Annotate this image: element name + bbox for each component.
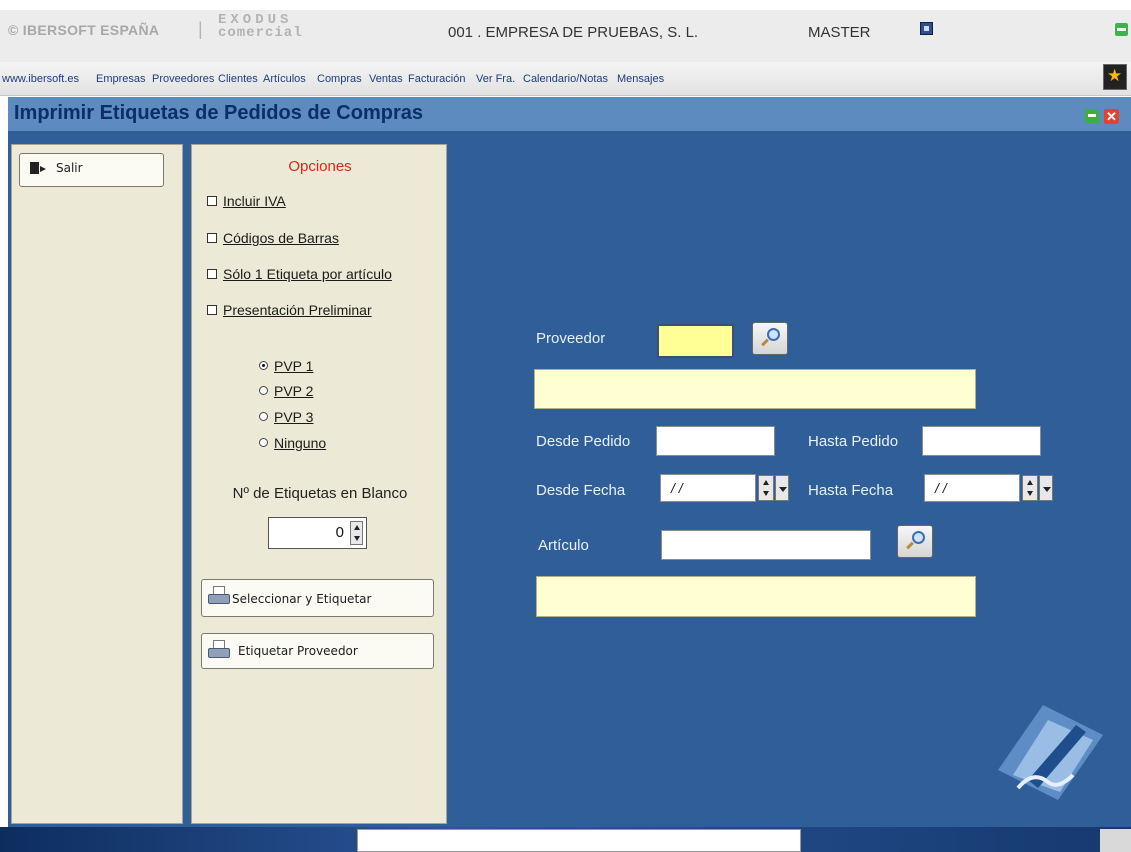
hasta-pedido-input[interactable] (922, 426, 1041, 456)
desde-fecha-label: Desde Fecha (536, 482, 626, 499)
menu-item-mensajes[interactable]: Mensajes (617, 73, 664, 85)
menu-item-proveedores[interactable]: Proveedores (152, 73, 214, 85)
system-icon[interactable] (920, 22, 933, 35)
hasta-fecha-input[interactable]: / / (924, 474, 1020, 502)
radio-dot[interactable] (259, 361, 268, 370)
menu-item-ventas[interactable]: Ventas (369, 73, 403, 85)
radio-dot[interactable] (259, 438, 268, 447)
label-supplier-label: Etiquetar Proveedor (238, 644, 358, 658)
proveedor-search-button[interactable] (752, 322, 788, 355)
dropdown-icon[interactable] (1039, 475, 1053, 501)
options-panel: Opciones Incluir IVA Códigos de Barras S… (191, 144, 447, 824)
radio-ninguno[interactable]: Ninguno (259, 435, 326, 451)
star-icon[interactable] (1103, 64, 1127, 90)
menu-item-ver-fra[interactable]: Ver Fra. (476, 73, 515, 85)
close-icon[interactable]: ✕ (1104, 109, 1119, 124)
desde-pedido-label: Desde Pedido (536, 433, 631, 450)
radio-label: PVP 2 (274, 383, 314, 399)
radio-dot[interactable] (259, 412, 268, 421)
checkbox-box[interactable] (207, 233, 217, 243)
menu-item-calendario[interactable]: Calendario/Notas (523, 73, 608, 85)
left-panel: Salir (11, 144, 183, 824)
exodus-logo-line2: comercial (218, 25, 303, 41)
radio-pvp1[interactable]: PVP 1 (259, 358, 313, 374)
desde-fecha-input[interactable]: / / (660, 474, 756, 502)
checkbox-incluir-iva[interactable]: Incluir IVA (207, 193, 286, 209)
menu-item-empresas[interactable]: Empresas (96, 73, 146, 85)
window-title-bar: Imprimir Etiquetas de Pedidos de Compras… (8, 97, 1131, 131)
exit-icon (30, 162, 46, 174)
search-icon (912, 531, 925, 544)
articulo-label: Artículo (538, 537, 589, 554)
proveedor-input[interactable] (657, 324, 734, 358)
window-title: Imprimir Etiquetas de Pedidos de Compras (14, 102, 423, 124)
articulo-name-field (536, 576, 976, 617)
options-title: Opciones (288, 158, 352, 175)
app-header: © IBERSOFT ESPAÑA | EXODUS comercial 001… (0, 0, 1131, 62)
pen-document-icon (998, 705, 1103, 800)
radio-label: PVP 1 (274, 358, 314, 374)
status-right-panel (1100, 829, 1131, 852)
label-supplier-button[interactable]: Etiquetar Proveedor (201, 633, 434, 669)
minimize-icon[interactable] (1115, 23, 1128, 36)
spinner-icon[interactable] (1022, 475, 1038, 501)
desde-pedido-input[interactable] (656, 426, 775, 456)
printer-icon (208, 640, 230, 659)
articulo-search-button[interactable] (897, 525, 933, 558)
blank-labels-value: 0 (335, 524, 344, 541)
radio-pvp3[interactable]: PVP 3 (259, 409, 313, 425)
company-name: 001 . EMPRESA DE PRUEBAS, S. L. (448, 24, 699, 41)
hasta-pedido-label: Hasta Pedido (808, 433, 899, 450)
spinner-icon[interactable] (758, 475, 774, 501)
checkbox-box[interactable] (207, 196, 217, 206)
checkbox-presentacion-preliminar[interactable]: Presentación Preliminar (207, 302, 372, 318)
spinner-icon[interactable] (350, 521, 363, 545)
menu-item-clientes[interactable]: Clientes (218, 73, 258, 85)
user-name: MASTER (808, 24, 871, 41)
menu-item-facturacion[interactable]: Facturación (408, 73, 465, 85)
select-and-label-label: Seleccionar y Etiquetar (232, 592, 372, 606)
exit-button[interactable]: Salir (19, 153, 164, 187)
radio-label: Ninguno (274, 435, 327, 451)
exodus-logo: EXODUS comercial (218, 13, 303, 41)
checkbox-label: Sólo 1 Etiqueta por artículo (223, 266, 392, 282)
menu-item-website[interactable]: www.ibersoft.es (2, 73, 79, 85)
proveedor-name-field (534, 369, 976, 409)
menu-bar: www.ibersoft.es Empresas Proveedores Cli… (0, 62, 1131, 96)
radio-dot[interactable] (259, 386, 268, 395)
blank-labels-title: Nº de Etiquetas en Blanco (232, 485, 408, 502)
proveedor-label: Proveedor (536, 330, 606, 347)
brand-name: © IBERSOFT ESPAÑA (8, 22, 160, 38)
radio-pvp2[interactable]: PVP 2 (259, 383, 313, 399)
checkbox-codigos-barras[interactable]: Códigos de Barras (207, 230, 339, 246)
checkbox-solo-una-etiqueta[interactable]: Sólo 1 Etiqueta por artículo (207, 266, 392, 282)
select-and-label-button[interactable]: Seleccionar y Etiquetar (201, 579, 434, 617)
search-icon (767, 328, 780, 341)
hasta-fecha-label: Hasta Fecha (808, 482, 894, 499)
menu-item-compras[interactable]: Compras (317, 73, 362, 85)
checkbox-label: Incluir IVA (223, 193, 286, 209)
window-minimize-icon[interactable] (1085, 109, 1099, 123)
brand-separator: | (198, 19, 203, 39)
checkbox-label: Presentación Preliminar (223, 302, 372, 318)
checkbox-box[interactable] (207, 305, 217, 315)
checkbox-box[interactable] (207, 269, 217, 279)
printer-icon (208, 586, 230, 605)
blank-labels-spinner[interactable]: 0 (268, 517, 367, 549)
exit-button-label: Salir (56, 161, 83, 175)
dropdown-icon[interactable] (775, 475, 789, 501)
menu-item-articulos[interactable]: Artículos (263, 73, 306, 85)
status-message-box (357, 829, 801, 852)
articulo-input[interactable] (661, 530, 871, 560)
radio-label: PVP 3 (274, 409, 314, 425)
checkbox-label: Códigos de Barras (223, 230, 339, 246)
